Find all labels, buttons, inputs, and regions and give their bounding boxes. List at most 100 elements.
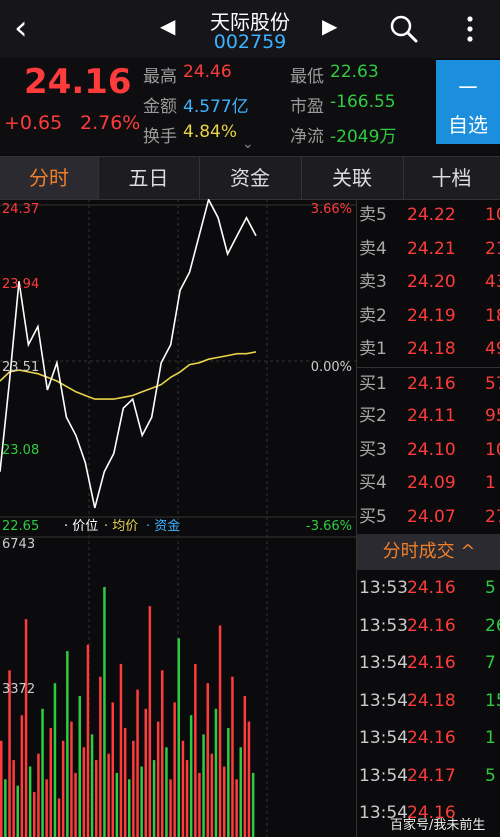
volume-bar xyxy=(161,670,164,837)
trade-vol: 5 xyxy=(485,765,496,786)
trade-row: 13:54 24.16 7 xyxy=(357,645,500,682)
trade-vol: 26 xyxy=(485,615,500,636)
chart-tabs: 分时 五日 资金 关联 十档 xyxy=(0,156,500,200)
volume-bar xyxy=(82,747,86,837)
volume-bar xyxy=(20,715,24,837)
order-book-row: 买3 24.10 10 xyxy=(357,434,500,467)
favorite-label: 自选 xyxy=(448,113,488,137)
pct-label-min: -3.66% xyxy=(306,519,352,534)
volume-bar xyxy=(181,740,185,837)
price-change-pct: 2.76% xyxy=(80,112,141,134)
volume-bar xyxy=(45,779,48,837)
volume-bar xyxy=(16,785,19,837)
order-book-price: 24.10 xyxy=(407,439,456,460)
current-price: 24.16 xyxy=(24,62,132,102)
y-label-mid: 23.51 xyxy=(2,360,39,375)
volume-bar xyxy=(115,772,119,837)
trade-time: 13:54 xyxy=(359,765,408,786)
amount-label: 金额 xyxy=(143,97,177,117)
tab-related[interactable]: 关联 xyxy=(301,157,404,199)
volume-bar xyxy=(103,587,106,837)
volume-bar xyxy=(123,728,127,837)
trade-vol: 1 xyxy=(485,728,496,748)
chevron-down-icon[interactable]: ⌄ xyxy=(242,136,254,152)
add-favorite-button[interactable]: － 自选 xyxy=(436,60,500,144)
volume-bar xyxy=(86,644,90,837)
order-book-label: 买4 xyxy=(359,473,387,493)
volume-bar xyxy=(210,753,214,837)
order-book-price: 24.09 xyxy=(407,473,456,493)
volume-bar xyxy=(57,798,61,837)
volume-bar xyxy=(12,760,15,837)
legend-capital: · 资金 xyxy=(146,518,180,534)
trades-header-button[interactable]: 分时成交 ^ xyxy=(356,534,500,570)
order-book-label: 卖1 xyxy=(359,339,387,359)
pe-value: -166.55 xyxy=(330,92,396,112)
order-book-row: 卖2 24.19 18 xyxy=(357,300,500,333)
more-menu-icon[interactable] xyxy=(460,12,480,46)
price-change: +0.65 xyxy=(4,112,63,134)
volume-bar xyxy=(223,766,226,837)
volume-bar xyxy=(169,779,172,837)
back-button[interactable]: ‹ xyxy=(14,8,54,50)
search-icon[interactable] xyxy=(388,12,420,46)
volume-bar xyxy=(231,676,234,837)
price-line xyxy=(0,199,257,509)
order-book-price: 24.18 xyxy=(407,339,456,359)
high-value: 24.46 xyxy=(183,62,232,82)
y-label-min: 22.65 xyxy=(2,519,39,534)
vol-label-max: 6743 xyxy=(2,537,35,552)
prev-stock-button[interactable]: ◀ xyxy=(160,14,175,38)
volume-bar xyxy=(107,753,110,837)
order-book-price: 24.20 xyxy=(407,272,456,292)
order-book-vol: 57 xyxy=(485,373,500,394)
intraday-chart[interactable]: 24.37 23.94 23.51 23.08 22.65 3.66% 0.00… xyxy=(0,199,356,837)
next-stock-button[interactable]: ▶ xyxy=(322,14,337,38)
order-book-label: 买3 xyxy=(359,439,387,460)
order-book-price: 24.07 xyxy=(407,506,456,527)
volume-bar xyxy=(235,779,238,837)
pct-label-mid: 0.00% xyxy=(311,360,352,375)
volume-bar xyxy=(78,696,81,837)
tab-capital[interactable]: 资金 xyxy=(199,157,302,199)
order-book-label: 卖5 xyxy=(359,205,387,225)
volume-bar xyxy=(144,708,147,837)
trade-vol: 150 xyxy=(485,690,500,711)
trade-vol: 7 xyxy=(485,653,496,673)
order-book-label: 卖3 xyxy=(359,272,387,292)
trade-time: 13:54 xyxy=(359,653,408,673)
minus-icon: － xyxy=(456,74,480,102)
volume-bar xyxy=(70,721,73,837)
order-book-vol: 43 xyxy=(485,272,500,292)
trade-list: 13:5324.16513:5324.162613:5424.16713:542… xyxy=(356,570,500,837)
order-book-row: 卖5 24.22 10 xyxy=(357,199,500,232)
avg-price-line xyxy=(0,351,257,400)
order-book-price: 24.22 xyxy=(407,205,456,225)
high-label: 最高 xyxy=(143,67,177,87)
tab-five-day[interactable]: 五日 xyxy=(98,157,200,199)
order-book-row: 卖1 24.18 49 xyxy=(357,333,500,366)
amount-value: 4.577亿 xyxy=(183,97,249,117)
order-book-vol: 18 xyxy=(485,305,500,326)
vol-label-mid: 3372 xyxy=(2,682,35,697)
trade-row: 13:54 24.16 1 xyxy=(357,720,500,757)
y-label-lower: 23.08 xyxy=(2,443,39,458)
volume-bar xyxy=(165,747,168,837)
order-book-vol: 21 xyxy=(485,238,500,259)
order-book-row: 卖4 24.21 21 xyxy=(357,233,500,266)
order-book-vol: 10 xyxy=(485,205,500,225)
legend-price: · 价位 xyxy=(64,519,98,534)
trade-time: 13:53 xyxy=(359,578,408,598)
order-book-price: 24.19 xyxy=(407,305,456,326)
trade-row: 13:53 24.16 5 xyxy=(357,570,500,607)
volume-bar xyxy=(61,740,65,837)
y-label-max: 24.37 xyxy=(2,202,39,217)
volume-bar xyxy=(37,753,40,837)
tab-ten-level[interactable]: 十档 xyxy=(403,157,500,199)
watermark: 百家号/我未前生 xyxy=(390,818,486,833)
tab-intraday[interactable]: 分时 xyxy=(0,157,99,199)
trade-time: 13:54 xyxy=(359,728,408,748)
trade-time: 13:53 xyxy=(359,615,408,636)
turnover-value: 4.84% xyxy=(183,122,238,142)
volume-bar xyxy=(185,760,189,837)
